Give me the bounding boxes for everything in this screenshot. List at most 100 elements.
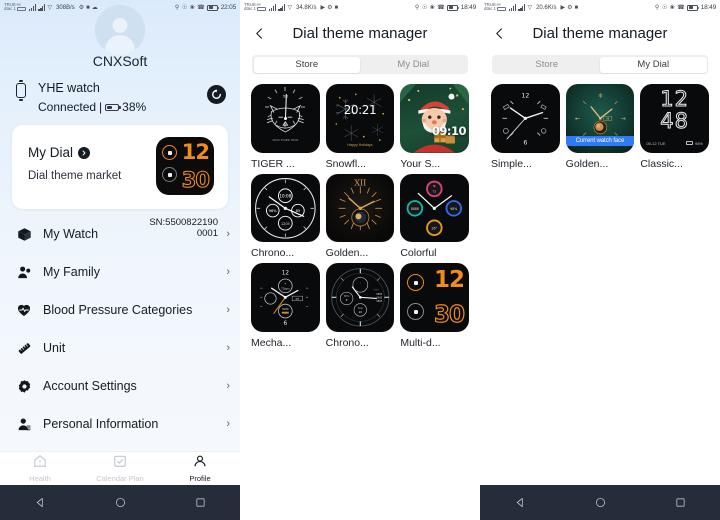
nav-home-button[interactable] [583,485,617,520]
carrier-label: TRUE-H dtac 1 [484,2,506,12]
dial-item[interactable]: 12 3 9 05 Current watch face Golden... [565,84,635,170]
dial-name: Golden... [565,157,609,170]
dial-item[interactable]: 12 48 05-12 TUE 98% Classic... [640,84,709,170]
dial-item[interactable]: 12 30 Multi-d... [400,263,469,349]
dial-item[interactable]: 10:08 98% 85 1205 Chrono... [251,173,320,260]
menu-label: Blood Pressure Categories [43,303,193,317]
android-navbar-dial [480,485,720,520]
dial-item[interactable]: 12 6 Simple... [491,84,560,170]
person-circle-icon [193,454,207,473]
preview-ring-top [162,145,177,160]
dial-item[interactable]: 20:21 Happy Holidays Snowfl... [325,84,395,170]
connected-watch-row[interactable]: YHE watch Connected | 38% [0,77,240,123]
carrier-label: TRUE-H dtac 1 [244,2,266,12]
dial-thumbnail-snowflake: 20:21 Happy Holidays [325,84,395,153]
sync-icon [212,89,221,99]
dial-battery: 98% [685,141,703,146]
hand-center [283,116,287,120]
dial-name: Chrono... [325,337,369,350]
box-icon [14,227,34,242]
svg-text:05: 05 [606,117,610,121]
back-button[interactable] [490,21,508,45]
nav-home-button[interactable] [103,485,137,520]
dial-item[interactable]: 2022 TIGER YEAR XII TIGER ... [251,84,320,170]
tab-calendar-plan[interactable]: Calendar Plan [80,452,160,485]
dial-name: Multi-d... [400,337,441,349]
vpn-key-icon: ⚲ [174,4,180,11]
app-status-icon: ■ [334,4,339,11]
menu-item-blood-pressure-categories[interactable]: Blood Pressure Categories › [0,291,240,329]
segmented-control-store: Store My Dial [252,55,468,74]
back-button[interactable] [250,21,268,45]
ring-top [407,274,425,292]
status-clock: 22:05 [220,4,236,11]
nav-recents-button[interactable] [663,485,697,520]
dial-name: Snowfl... [325,157,366,170]
signal-icons: ▽ 34.8K/s ▶ ⚙ ■ [268,4,339,11]
svg-text:98%: 98% [269,209,278,213]
my-dial-title-text: My Dial [28,145,74,160]
dial-item[interactable]: 09:10 Your S... [400,84,469,170]
carrier-label: TRUE-H dtac 1 [4,2,26,12]
tab-store[interactable]: Store [253,56,360,73]
ring-bottom [407,303,425,321]
menu-item-account-settings[interactable]: Account Settings › [0,367,240,405]
svg-text:8888: 8888 [376,300,382,303]
tab-store[interactable]: Store [494,57,601,73]
network-speed: 34.8K/s [296,4,317,11]
current-watch-face-badge: Current watch face [565,135,635,146]
menu-item-unit[interactable]: Unit › [0,329,240,367]
dial-name: Classic... [640,157,683,170]
signal-icons: ▽ 308B/s ⚙ ■ ☁ [28,4,98,11]
dial-item[interactable]: BPM ♥ Date 16 ☼ 8888 8888 8888 STEP Chro… [325,263,395,350]
sync-button[interactable] [207,85,226,104]
dial-minute: 30 [433,302,465,328]
tab-my-dial[interactable]: My Dial [600,56,707,73]
nav-back-button[interactable] [23,485,57,520]
dial-thumbnail-mechanical: 12 6 ☀ 72bpm 5280 05 [251,263,320,332]
menu-item-personal-information[interactable]: Personal Information › [0,405,240,443]
chevron-right-icon: › [226,418,230,430]
svg-text:10:08: 10:08 [279,193,291,198]
svg-text:2022 TIGER YEAR: 2022 TIGER YEAR [272,138,298,142]
dial-name: Colorful [400,247,437,260]
three-phone-screenshots: TRUE-H dtac 1 ▽ 308B/s ⚙ ■ ☁ ⚲ ☉ ❀ ☎ 22:… [0,0,720,520]
svg-text:6: 6 [523,140,527,147]
signal-icons: ▽ 20.6K/s ▶ ⚙ ■ [508,4,578,11]
tab-label: Profile [189,474,211,483]
dial-item[interactable]: ♥ 72 8888 98% 26° Colorful [400,173,469,260]
my-dial-card[interactable]: My Dial Dial theme market 12 30 [12,125,228,209]
my-dial-card-title: My Dial [28,145,91,160]
tab-profile[interactable]: Profile [160,452,240,485]
dial-name: Simple... [491,157,532,170]
tab-my-dial[interactable]: My Dial [360,57,467,73]
vpn-key-icon: ⚲ [414,4,420,11]
santa-art [400,84,469,153]
gear-icon [14,379,34,394]
wifi-icon: ▽ [287,4,293,11]
chevron-right-icon: › [226,228,230,240]
nav-home-icon [115,497,125,508]
person-icon [14,417,34,432]
play-icon: ▶ [320,4,326,11]
sync-status-icon: ⚙ [78,4,85,11]
tab-health[interactable]: Health [0,452,80,485]
menu-item-my-watch[interactable]: My Watch SN:5500822190 0001 › [0,215,240,253]
nav-back-button[interactable] [503,485,537,520]
menu-label: My Watch [43,227,99,241]
page-title: Dial theme manager [292,24,428,42]
avatar[interactable] [95,5,145,55]
svg-text:12: 12 [282,271,290,277]
dial-manager-header: Dial theme manager [480,15,720,51]
back-chevron-icon [495,27,502,39]
alarm-icon: ☉ [421,4,428,11]
dial-item[interactable]: XII Golden... [325,173,395,259]
nav-recents-button[interactable] [183,485,217,520]
nav-home-icon [595,497,605,508]
dial-grid-mydial: 12 6 Simple... 12 3 9 05 Current watch f… [480,74,720,170]
status-clock: 18:49 [460,4,476,11]
menu-item-my-family[interactable]: My Family › [0,253,240,291]
svg-text:5280: 5280 [282,307,289,311]
mechanical-art: 12 6 ☀ 72bpm 5280 05 [260,271,309,327]
dial-item[interactable]: 12 6 ☀ 72bpm 5280 05 Mecha... [251,263,320,349]
